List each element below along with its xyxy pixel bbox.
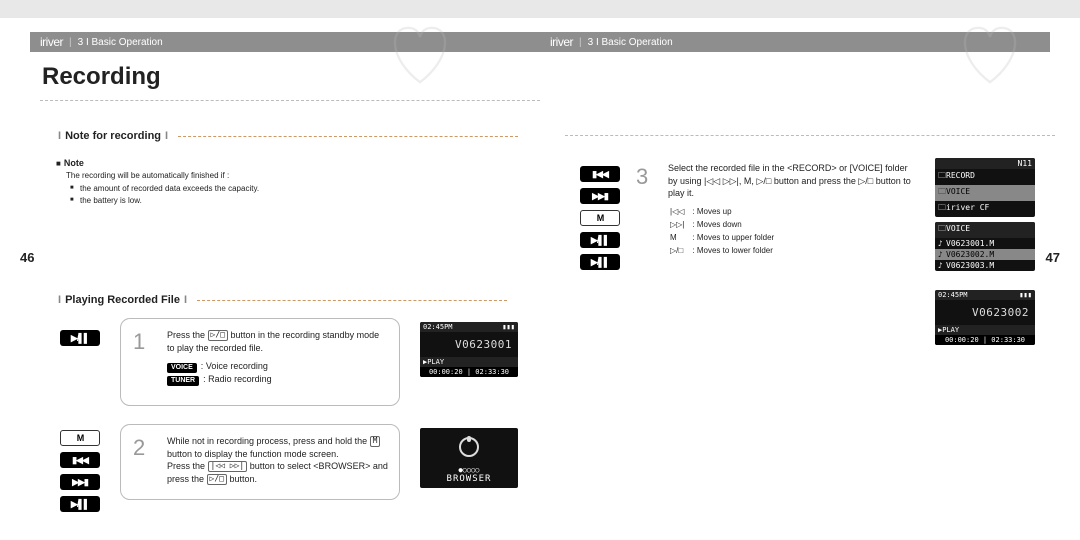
brand-left: iriver [40,35,63,49]
step-2-text: While not in recording process, press an… [167,435,389,485]
header-bar: iriver | 3 I Basic Operation iriver | 3 … [30,32,1050,52]
screen-step1: 02:45PM▮▮▮ V0623001 ▶PLAY 00:00:20 | 02:… [420,322,518,377]
breadcrumb-right: 3 I Basic Operation [588,37,673,48]
note-bullet: the amount of recorded data exceeds the … [80,183,516,195]
note-box: ■Note The recording will be automaticall… [56,158,516,207]
rule-right [565,135,1055,136]
step-3: 3 Select the recorded file in the <RECOR… [638,162,918,259]
play-pause-icon: ▶/▌▌ [580,232,620,248]
header-sep: | [69,37,72,48]
screen-play3: 02:45PM▮▮▮ V0623002 ▶PLAY 00:00:20 | 02:… [935,290,1035,345]
screen-folders: N11 🗀RECORD 🗀VOICE 🗀iriver CF [935,158,1035,217]
step-2: 2 While not in recording process, press … [120,424,400,500]
step-3-legend: |◁◁: Moves up ▷▷|: Moves down M: Moves t… [668,204,782,259]
step-2-number: 2 [133,433,145,464]
step-3-number: 3 [636,162,648,193]
play-section-title: I Playing Recorded File I [58,294,507,306]
m-button-icon: M [580,210,620,226]
prev-icon: ▮◀◀ [580,166,620,182]
page-number-right: 47 [1046,250,1060,265]
header-left: iriver | 3 I Basic Operation [30,32,540,52]
step2-icons: M ▮◀◀ ▶▶▮ ▶/▌▌ [60,430,100,512]
page-title: Recording [42,63,161,91]
play-pause-icon: ▶/▌▌ [60,496,100,512]
breadcrumb-left: 3 I Basic Operation [78,37,163,48]
next-icon: ▶▶▮ [580,188,620,204]
step-1-number: 1 [133,327,145,358]
play-pause-icon: ▶/▌▌ [580,254,620,270]
page-number-left: 46 [20,250,34,265]
screen-voice-files: 🗀VOICE ♪V0623001.M ♪V0623002.M ♪V0623003… [935,222,1035,271]
step-1-text: Press the ▷/□ button in the recording st… [167,329,389,354]
screen-step2: ●○○○○ BROWSER [420,428,518,488]
rule-left [40,100,540,101]
header-sep-r: | [579,37,582,48]
play-pause-icon: ▶/▌▌ [60,330,100,346]
step1-icons: ▶/▌▌ [60,330,100,346]
step-3-text: Select the recorded file in the <RECORD>… [668,162,918,259]
prev-icon: ▮◀◀ [60,452,100,468]
step-1: 1 Press the ▷/□ button in the recording … [120,318,400,406]
note-bullet: the battery is low. [80,195,516,207]
step3-icons: ▮◀◀ ▶▶▮ M ▶/▌▌ ▶/▌▌ [580,166,620,270]
m-button-icon: M [60,430,100,446]
brand-right: iriver [550,35,573,49]
note-section-title: I Note for recording I [58,130,518,142]
heart-deco-left [380,20,460,90]
heart-deco-right [950,20,1030,90]
note-intro: The recording will be automatically fini… [66,171,516,180]
top-gray-strip [0,0,1080,18]
next-icon: ▶▶▮ [60,474,100,490]
